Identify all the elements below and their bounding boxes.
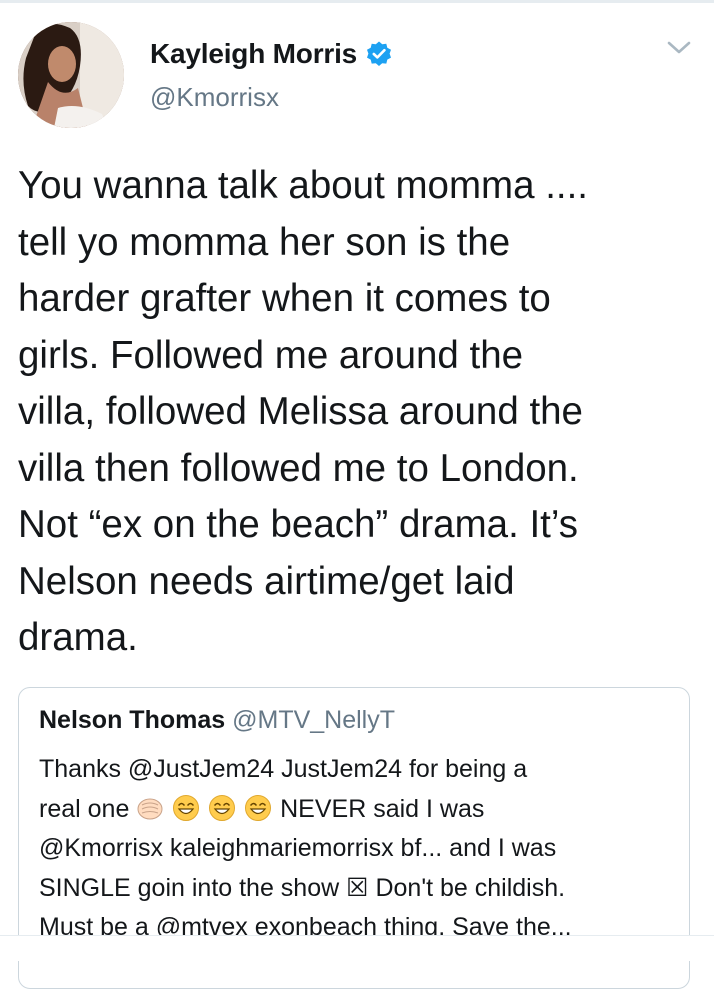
chevron-down-icon[interactable] (664, 36, 694, 60)
top-divider (0, 0, 714, 3)
avatar-photo (18, 22, 124, 128)
fist-bump-emoji (137, 798, 163, 819)
author-name[interactable]: Kayleigh Morris (150, 38, 357, 70)
quoted-tweet-header: Nelson Thomas @MTV_NellyT (39, 706, 395, 735)
quoted-line-end: NEVER said I was (280, 794, 485, 823)
tweet-text: You wanna talk about momma .... tell yo … (18, 164, 588, 659)
quoted-author-handle: @MTV_NellyT (232, 706, 395, 734)
quoted-author-name: Nelson Thomas (39, 706, 226, 734)
bottom-bar (0, 935, 714, 961)
quoted-line: real one NEVER said I was (39, 790, 679, 830)
verified-badge-icon (367, 41, 392, 66)
quoted-line: @Kmorrisx kaleighmariemorrisx bf... and … (39, 834, 557, 862)
author-name-row[interactable]: Kayleigh Morris (150, 38, 393, 70)
quoted-line-start: real one (39, 794, 130, 823)
grinning-emoji (209, 794, 236, 821)
quoted-line: Thanks @JustJem24 JustJem24 for being a (39, 755, 528, 783)
author-handle[interactable]: @Kmorrisx (150, 82, 279, 113)
avatar[interactable] (18, 22, 124, 128)
quoted-tweet-text: Thanks @JustJem24 JustJem24 for being a … (39, 750, 679, 948)
grinning-emoji (173, 794, 200, 821)
grinning-emoji (245, 794, 272, 821)
quoted-line: SINGLE goin into the show ☒ Don't be chi… (39, 873, 566, 902)
